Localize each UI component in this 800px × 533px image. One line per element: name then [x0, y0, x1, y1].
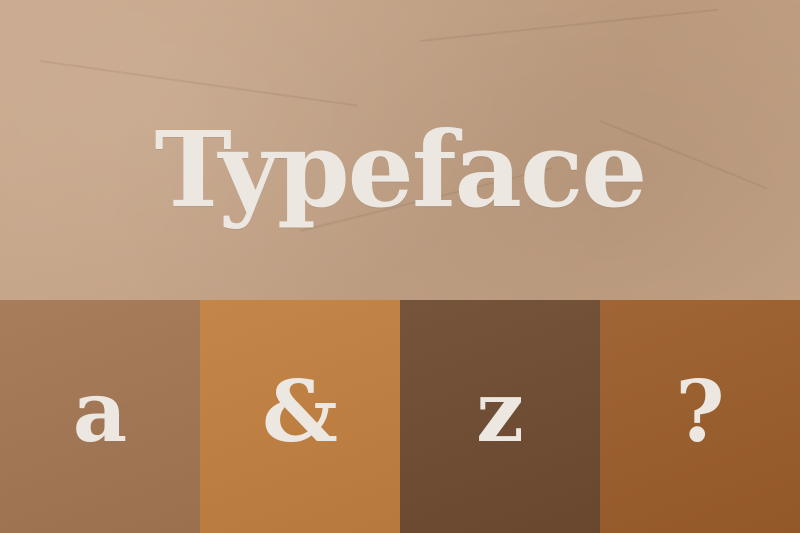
glyph-a: a	[72, 362, 128, 461]
swatch-a: a	[0, 300, 200, 533]
glyph-z: z	[476, 362, 524, 461]
typeface-title: Typeface	[154, 108, 648, 231]
paper-crease	[419, 8, 719, 42]
swatch-ampersand: &	[200, 300, 400, 533]
glyph-question-mark: ?	[675, 362, 725, 461]
swatch-row: a & z ?	[0, 300, 800, 533]
glyph-ampersand: &	[262, 362, 338, 461]
swatch-question-mark: ?	[600, 300, 800, 533]
swatch-z: z	[400, 300, 600, 533]
paper-crease	[39, 60, 358, 107]
